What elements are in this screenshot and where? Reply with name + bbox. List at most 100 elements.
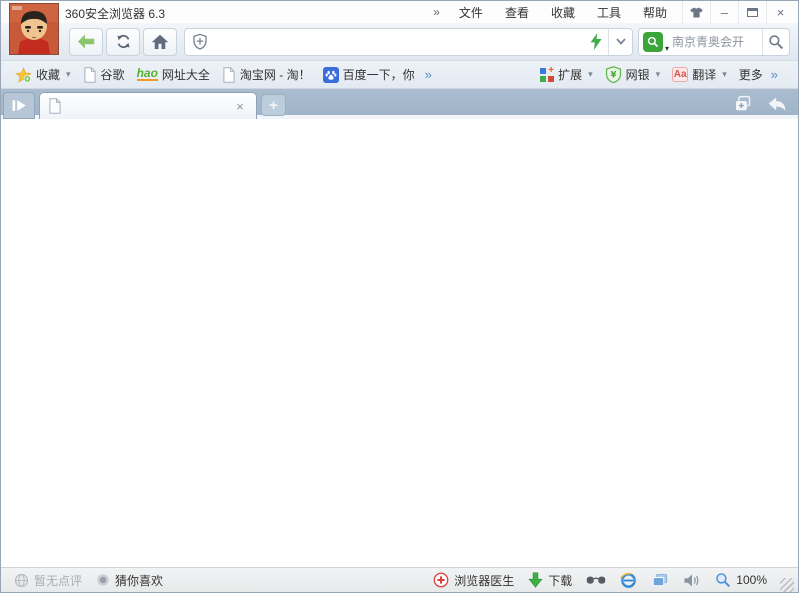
menu-help[interactable]: 帮助 (634, 2, 676, 23)
search-button[interactable] (762, 29, 789, 55)
more-label: 更多 (739, 66, 763, 83)
address-dropdown-button[interactable] (608, 29, 632, 55)
shinchan-avatar-image (10, 4, 58, 54)
zoom-level-text: 100% (736, 573, 767, 587)
hao123-logo-icon: hao (137, 68, 158, 81)
download-arrow-icon (528, 572, 543, 588)
site-reviews-item[interactable]: 暂无点评 (7, 570, 89, 591)
undo-arrow-icon (767, 96, 787, 113)
bookmarks-bar: 收藏 ▾ 谷歌 hao 网址大全 淘宝网 - 淘！ (1, 61, 798, 89)
address-input[interactable] (215, 30, 584, 54)
favorites-caret-icon: ▾ (66, 69, 71, 80)
extensions-button[interactable]: + 扩展 ▾ (534, 63, 599, 86)
navigation-toolbar: ▾ 南京青奥会开 (1, 23, 798, 61)
bookmarks-overflow-icon[interactable]: » (421, 67, 436, 82)
restore-window-button[interactable] (730, 93, 756, 115)
tab-page-icon (48, 98, 62, 114)
maximize-icon (747, 8, 758, 17)
magnifier-white-icon (647, 36, 659, 48)
mute-button[interactable] (676, 571, 708, 590)
bank-shield-icon: ¥ (605, 66, 622, 83)
search-box[interactable]: ▾ 南京青奥会开 (638, 28, 790, 56)
tab-list-icon (11, 98, 28, 113)
chevron-down-icon (616, 38, 626, 45)
active-tab[interactable]: × (39, 92, 257, 119)
tab-close-button[interactable]: × (232, 98, 248, 114)
new-tab-button[interactable]: + (261, 94, 286, 116)
window-controls: – × (682, 1, 794, 23)
tab-list-button[interactable] (3, 92, 35, 119)
extensions-caret-icon: ▾ (588, 69, 593, 80)
more-button[interactable]: 更多 » (733, 63, 788, 86)
site-safety-shield-icon[interactable] (185, 32, 215, 51)
back-button[interactable] (69, 28, 103, 56)
speaker-icon (683, 573, 701, 588)
bank-button[interactable]: ¥ 网银 ▾ (599, 63, 667, 86)
bookmark-google[interactable]: 谷歌 (77, 63, 131, 86)
menu-favorites[interactable]: 收藏 (542, 2, 584, 23)
translate-caret-icon: ▾ (722, 69, 727, 80)
doctor-cross-icon (433, 572, 449, 588)
menu-tools[interactable]: 工具 (588, 2, 630, 23)
search-engine-caret-icon[interactable]: ▾ (665, 44, 669, 53)
skin-button[interactable] (682, 1, 710, 23)
bank-label: 网银 (626, 66, 650, 83)
bookmark-label: 淘宝网 - 淘！ (240, 66, 311, 83)
page-icon (83, 67, 97, 83)
translate-label: 翻译 (692, 66, 716, 83)
menu-file[interactable]: 文件 (450, 2, 492, 23)
tabbar-right-controls (730, 93, 790, 115)
ie-mode-button[interactable] (613, 570, 644, 591)
lightning-icon (590, 33, 603, 50)
duplicate-tab-icon (733, 95, 753, 113)
address-bar[interactable] (184, 28, 633, 56)
bookmark-baidu[interactable]: 百度一下，你 (317, 63, 421, 86)
zoom-control[interactable]: 100% (708, 570, 774, 590)
translate-button[interactable]: Aa 翻译 ▾ (666, 63, 733, 86)
browser-window: 360安全浏览器 6.3 » 文件 查看 收藏 工具 帮助 – × (0, 0, 799, 593)
favorites-star-icon (15, 67, 32, 83)
bookmark-hao123[interactable]: hao 网址大全 (131, 63, 216, 86)
close-button[interactable]: × (766, 1, 794, 23)
resize-grip[interactable] (780, 578, 794, 592)
windows-stack-icon (651, 573, 669, 588)
extensions-grid-icon: + (540, 68, 554, 82)
globe-gray-icon (14, 573, 29, 588)
page-content (1, 119, 798, 567)
bookmark-taobao[interactable]: 淘宝网 - 淘！ (216, 63, 317, 86)
favorites-button[interactable]: 收藏 ▾ (9, 63, 77, 86)
search-hotword-text[interactable]: 南京青奥会开 (665, 33, 762, 50)
refresh-button[interactable] (106, 28, 140, 56)
download-item[interactable]: 下载 (521, 570, 579, 591)
home-button[interactable] (143, 28, 177, 56)
zoom-magnifier-icon (715, 572, 731, 588)
avatar[interactable] (9, 3, 59, 55)
minimize-button[interactable]: – (710, 1, 738, 23)
extensions-label: 扩展 (558, 66, 582, 83)
magnifier-icon (768, 34, 784, 50)
ie-icon (620, 572, 637, 589)
bookmark-label: 网址大全 (162, 66, 210, 83)
bank-caret-icon: ▾ (656, 69, 661, 80)
status-bar: 暂无点评 猜你喜欢 浏览器医生 下载 (1, 567, 798, 592)
dot-icon (96, 573, 110, 587)
maximize-button[interactable] (738, 1, 766, 23)
site-reviews-label: 暂无点评 (34, 572, 82, 589)
glasses-icon (586, 574, 606, 587)
browser-doctor-item[interactable]: 浏览器医生 (426, 570, 521, 591)
search-engine-logo-icon[interactable]: ▾ (643, 32, 663, 52)
translate-aa-icon: Aa (672, 67, 688, 82)
reopen-closed-tab-button[interactable] (764, 93, 790, 115)
speed-bolt-icon[interactable] (584, 33, 608, 50)
incognito-button[interactable] (579, 572, 613, 589)
refresh-icon (115, 33, 132, 50)
page-icon (222, 67, 236, 83)
baidu-paw-icon (323, 67, 339, 83)
menu-overflow-icon[interactable]: » (427, 3, 446, 21)
tshirt-icon (689, 6, 704, 19)
menu-view[interactable]: 查看 (496, 2, 538, 23)
download-label: 下载 (548, 572, 572, 589)
guess-you-like-label: 猜你喜欢 (115, 572, 163, 589)
guess-you-like-item[interactable]: 猜你喜欢 (89, 570, 170, 591)
window-mode-button[interactable] (644, 571, 676, 590)
